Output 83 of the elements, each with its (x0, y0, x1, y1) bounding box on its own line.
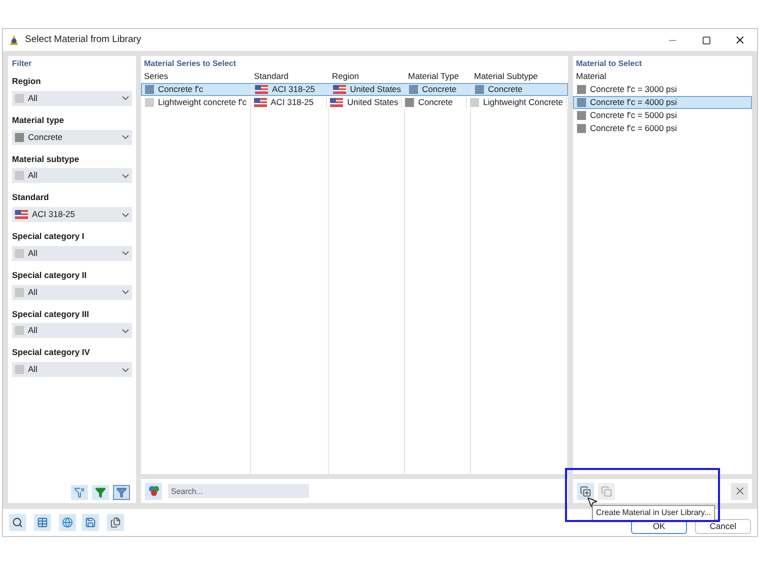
table-button[interactable] (34, 514, 51, 531)
save-button[interactable] (82, 514, 99, 531)
color-circles-button[interactable] (145, 482, 162, 500)
table-cell: United States (330, 84, 406, 95)
app-logo-icon (8, 34, 20, 46)
chevron-down-icon (122, 174, 129, 178)
search-field[interactable]: Search... (168, 484, 309, 498)
filter-button[interactable] (92, 485, 109, 500)
column-header[interactable]: Standard (251, 70, 329, 82)
search-button[interactable] (9, 514, 26, 531)
filter-label: Special category IV (12, 346, 91, 359)
color-circles-icon (148, 485, 160, 497)
funnel-icon (116, 487, 127, 498)
save-icon (85, 517, 96, 528)
flag-icon (333, 85, 346, 94)
chevron-down-icon (122, 135, 129, 139)
files-icon (110, 517, 121, 528)
new-material-button[interactable] (577, 482, 594, 500)
cancel-button[interactable]: Cancel (695, 519, 751, 534)
filter-button[interactable] (113, 485, 130, 500)
filter-dropdown[interactable]: All (12, 246, 132, 261)
filter-label: Standard (12, 191, 50, 204)
panel-title: Filter (12, 58, 33, 70)
filter-dropdown[interactable]: Concrete (12, 130, 132, 144)
filter-label: Material type (12, 114, 65, 126)
material-row[interactable]: Concrete f'c = 5000 psi (573, 109, 752, 122)
chevron-down-icon (122, 290, 129, 294)
filter-label: Material subtype (12, 152, 80, 166)
filter-label: Special category III (12, 308, 90, 320)
close-icon (734, 485, 746, 497)
globe-icon (62, 517, 73, 528)
material-row[interactable]: Concrete f'c = 3000 psi (573, 83, 752, 96)
search-icon (12, 517, 23, 528)
table-cell: Concrete (406, 84, 472, 95)
globe-button[interactable] (59, 514, 76, 531)
table-row[interactable]: Concrete f'c ACI 318-25 United States Concrete Concrete (141, 83, 568, 96)
filter-dropdown[interactable]: All (12, 168, 132, 184)
filter-dropdown[interactable]: All (12, 284, 132, 300)
delete-button[interactable] (731, 482, 748, 500)
flag-icon (254, 98, 267, 107)
filter-label: Region (12, 75, 42, 88)
filter-label: Special category II (12, 268, 88, 282)
chevron-down-icon (122, 96, 129, 100)
table-cell: Lightweight Concrete (467, 97, 567, 108)
table-icon (37, 517, 48, 528)
flag-icon (330, 98, 344, 107)
funnel-icon (95, 487, 106, 498)
close-icon (734, 34, 746, 46)
chevron-down-icon (122, 328, 129, 333)
new-window-icon (580, 486, 591, 496)
window-title: Select Material from Library (25, 32, 142, 47)
filter-button[interactable] (71, 485, 88, 500)
filter-label: Special category I (12, 230, 86, 243)
chevron-down-icon (122, 212, 129, 216)
chevron-down-icon (122, 368, 129, 372)
filter-dropdown[interactable]: All (12, 323, 132, 338)
chevron-down-icon (122, 251, 129, 256)
column-header[interactable]: Material Subtype (471, 70, 568, 82)
filter-dropdown[interactable]: All (12, 90, 132, 106)
table-cell: Concrete (472, 84, 567, 95)
column-header[interactable]: Material (573, 69, 752, 83)
files-button[interactable] (107, 514, 124, 531)
material-row[interactable]: Concrete f'c = 4000 psi (573, 96, 752, 109)
table-cell: Concrete f'c (142, 84, 252, 95)
table-cell: ACI 318-25 (250, 97, 328, 108)
funnel-x-icon (74, 487, 85, 498)
column-header[interactable]: Series (141, 70, 251, 82)
copy-icon (601, 486, 612, 496)
material-row[interactable]: Concrete f'c = 6000 psi (573, 122, 752, 135)
panel-title: Material Series to Select (143, 58, 238, 69)
table-cell: Lightweight concrete f'c (142, 97, 251, 108)
filter-dropdown[interactable]: All (12, 362, 132, 377)
flag-icon (255, 85, 268, 94)
table-row[interactable]: Lightweight concrete f'c ACI 318-25 United States Concrete Lightweight Concrete (141, 96, 568, 109)
flag-icon (15, 210, 28, 219)
filter-dropdown[interactable]: ACI 318-25 (12, 207, 132, 222)
table-cell: ACI 318-25 (252, 84, 330, 95)
panel-title: Material to Select (575, 58, 643, 69)
maximize-icon (702, 36, 710, 44)
table-cell: United States (327, 97, 402, 108)
column-header[interactable]: Region (329, 70, 405, 82)
table-cell: Concrete (402, 97, 468, 108)
column-header[interactable]: Material Type (405, 70, 471, 82)
